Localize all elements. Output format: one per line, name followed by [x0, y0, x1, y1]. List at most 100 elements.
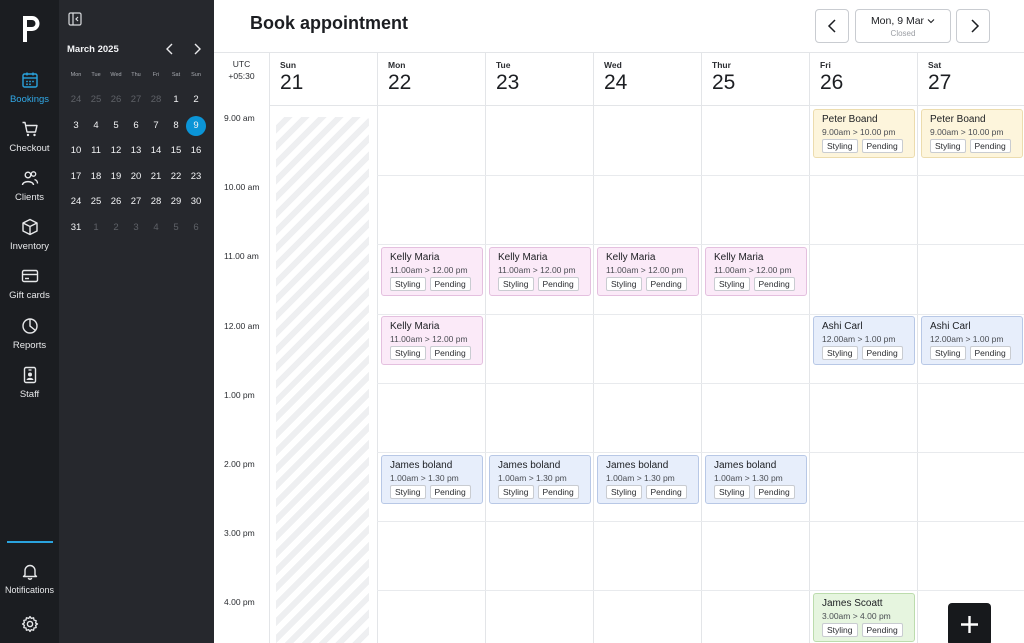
mini-calendar-day[interactable]: 28 [146, 189, 166, 215]
gear-icon [21, 615, 38, 633]
mini-calendar-day[interactable]: 24 [66, 87, 86, 113]
add-appointment-button[interactable] [948, 603, 991, 643]
mini-calendar-day[interactable]: 5 [106, 113, 126, 139]
day-column-wed[interactable]: Wed 24 [593, 53, 701, 643]
appointment-card[interactable]: Kelly Maria 11.00am > 12.00 pm Styling Pend… [597, 246, 699, 296]
mini-calendar-day[interactable]: 20 [126, 164, 146, 190]
nav-item-inventory[interactable]: Inventory [0, 218, 59, 264]
mini-calendar-day[interactable]: 6 [186, 215, 206, 241]
nav-item-label: Checkout [9, 143, 50, 154]
day-number: 1 [173, 94, 179, 105]
weekday-label: Sun [191, 72, 201, 78]
appointment-card[interactable]: Peter Boand 9.00am > 10.00 pm Styling Pendi… [813, 108, 915, 158]
appointment-card[interactable]: James boland 1.00am > 1.30 pm Styling Pendi… [705, 454, 807, 504]
appointment-card[interactable]: Peter Boand 9.00am > 10.00 pm Styling Pendi… [921, 108, 1023, 158]
nav-item-staff[interactable]: Staff [0, 366, 59, 412]
nav-item-settings[interactable] [0, 615, 59, 643]
mini-calendar-day[interactable]: 3 [66, 113, 86, 139]
mini-calendar-day[interactable]: 25 [86, 189, 106, 215]
mini-calendar-day[interactable]: 4 [146, 215, 166, 241]
mini-calendar-day-selected[interactable]: 9 [186, 113, 206, 139]
mini-calendar-day[interactable]: 31 [66, 215, 86, 241]
appointment-card[interactable]: Kelly Maria 11.00am > 12.00 pm Styling Pend… [705, 246, 807, 296]
mini-calendar-day[interactable]: 3 [126, 215, 146, 241]
appointment-card[interactable]: Ashi Carl 12.00am > 1.00 pm Styling Pending [921, 316, 1023, 366]
prev-month-icon[interactable] [162, 41, 178, 57]
nav-item-label: Reports [12, 340, 47, 351]
nav-item-reports[interactable]: Reports [0, 317, 59, 363]
day-name: Mon [388, 60, 406, 70]
day-number: 17 [70, 170, 82, 182]
appointment-time: 9.00am > 10.00 pm [822, 126, 896, 137]
day-number: 13 [130, 145, 142, 156]
mini-calendar-day[interactable]: 30 [186, 189, 206, 215]
mini-calendar-day[interactable]: 10 [66, 138, 86, 164]
next-month-icon[interactable] [189, 41, 205, 57]
service-tag: Styling [390, 276, 426, 291]
day-name: Tue [496, 60, 511, 70]
mini-calendar-day[interactable]: 16 [186, 138, 206, 164]
day-number: 26 [820, 71, 844, 94]
appointment-card[interactable]: James boland 1.00am > 1.30 pm Styling Pendi… [597, 454, 699, 504]
mini-calendar-day[interactable]: 4 [86, 113, 106, 139]
mini-calendar-day[interactable]: 22 [166, 164, 186, 190]
mini-calendar-day[interactable]: 18 [86, 164, 106, 190]
appointment-card[interactable]: James Scoatt 3.00am > 4.00 pm Styling Pendi… [813, 592, 915, 642]
day-column-tue[interactable]: Tue 23 [485, 53, 593, 643]
mini-calendar-day[interactable]: 11 [86, 138, 106, 164]
appointment-card[interactable]: James boland 1.00am > 1.30 pm Styling Pendi… [489, 454, 591, 504]
mini-calendar-day[interactable]: 25 [86, 87, 106, 113]
collapse-panel-icon[interactable] [68, 12, 82, 26]
mini-calendar-day[interactable]: 5 [166, 215, 186, 241]
mini-calendar-day[interactable]: 1 [86, 215, 106, 241]
mini-calendar-day[interactable]: 8 [166, 113, 186, 139]
nav-item-bookings[interactable]: Bookings [0, 71, 59, 117]
mini-calendar-day[interactable]: 26 [106, 189, 126, 215]
mini-calendar-day[interactable]: 2 [186, 87, 206, 113]
mini-calendar-day[interactable]: 17 [66, 164, 86, 190]
appointment-time: 9.00am > 10.00 pm [930, 126, 1004, 137]
mini-calendar-day[interactable]: 21 [146, 164, 166, 190]
mini-calendar-day[interactable]: 13 [126, 138, 146, 164]
mini-calendar-day[interactable]: 19 [106, 164, 126, 190]
mini-calendar-day[interactable]: 15 [166, 138, 186, 164]
day-column-header: Tue 23 [486, 53, 593, 106]
nav-item-checkout[interactable]: Checkout [0, 120, 59, 166]
mini-calendar-day[interactable]: 12 [106, 138, 126, 164]
mini-calendar-day[interactable]: 24 [66, 189, 86, 215]
appointment-card[interactable]: Kelly Maria 11.00am > 12.00 pm Styling Pend… [489, 246, 591, 296]
status-tag: Pending [861, 138, 903, 153]
appointment-card[interactable]: Kelly Maria 11.00am > 12.00 pm Styling Pend… [381, 246, 483, 296]
mini-calendar-day[interactable]: 2 [106, 215, 126, 241]
prev-week-button[interactable] [815, 9, 849, 43]
appointment-card[interactable]: Kelly Maria 11.00am > 12.00 pm Styling Pend… [381, 316, 483, 366]
appointment-tags: Styling Pending [390, 276, 482, 291]
nav-item-clients[interactable]: Clients [0, 169, 59, 215]
nav-item-gift-cards[interactable]: Gift cards [0, 267, 59, 313]
mini-calendar-day[interactable]: 26 [106, 87, 126, 113]
appointment-card[interactable]: James boland 1.00am > 1.30 pm Styling Pendi… [381, 454, 483, 504]
nav-item-label: Bookings [9, 94, 50, 105]
day-number: 24 [70, 94, 82, 105]
mini-calendar-day[interactable]: 29 [166, 189, 186, 215]
chevron-down-icon [927, 19, 935, 24]
weekday-label: Thu [131, 72, 141, 78]
day-column-thur[interactable]: Thur 25 [701, 53, 809, 643]
nav-item-notifications[interactable]: Notifications [0, 562, 59, 608]
mini-calendar-day[interactable]: 28 [146, 87, 166, 113]
appointment-time: 12.00am > 1.00 pm [822, 334, 896, 345]
mini-calendar-day[interactable]: 27 [126, 189, 146, 215]
service-tag: Styling [714, 276, 750, 291]
next-week-button[interactable] [956, 9, 990, 43]
mini-calendar-day[interactable]: 27 [126, 87, 146, 113]
mini-calendar-day[interactable]: 1 [166, 87, 186, 113]
date-picker-button[interactable]: Mon, 9 Mar Closed [855, 9, 951, 43]
appointment-card[interactable]: Ashi Carl 12.00am > 1.00 pm Styling Pending [813, 316, 915, 366]
mini-calendar-day[interactable]: 6 [126, 113, 146, 139]
mini-calendar-day[interactable]: 23 [186, 164, 206, 190]
mini-calendar-day[interactable]: 7 [146, 113, 166, 139]
day-name: Fri [820, 60, 831, 70]
weekday-label: Sat [171, 72, 181, 78]
mini-calendar-day[interactable]: 14 [146, 138, 166, 164]
day-number: 26 [110, 94, 122, 105]
